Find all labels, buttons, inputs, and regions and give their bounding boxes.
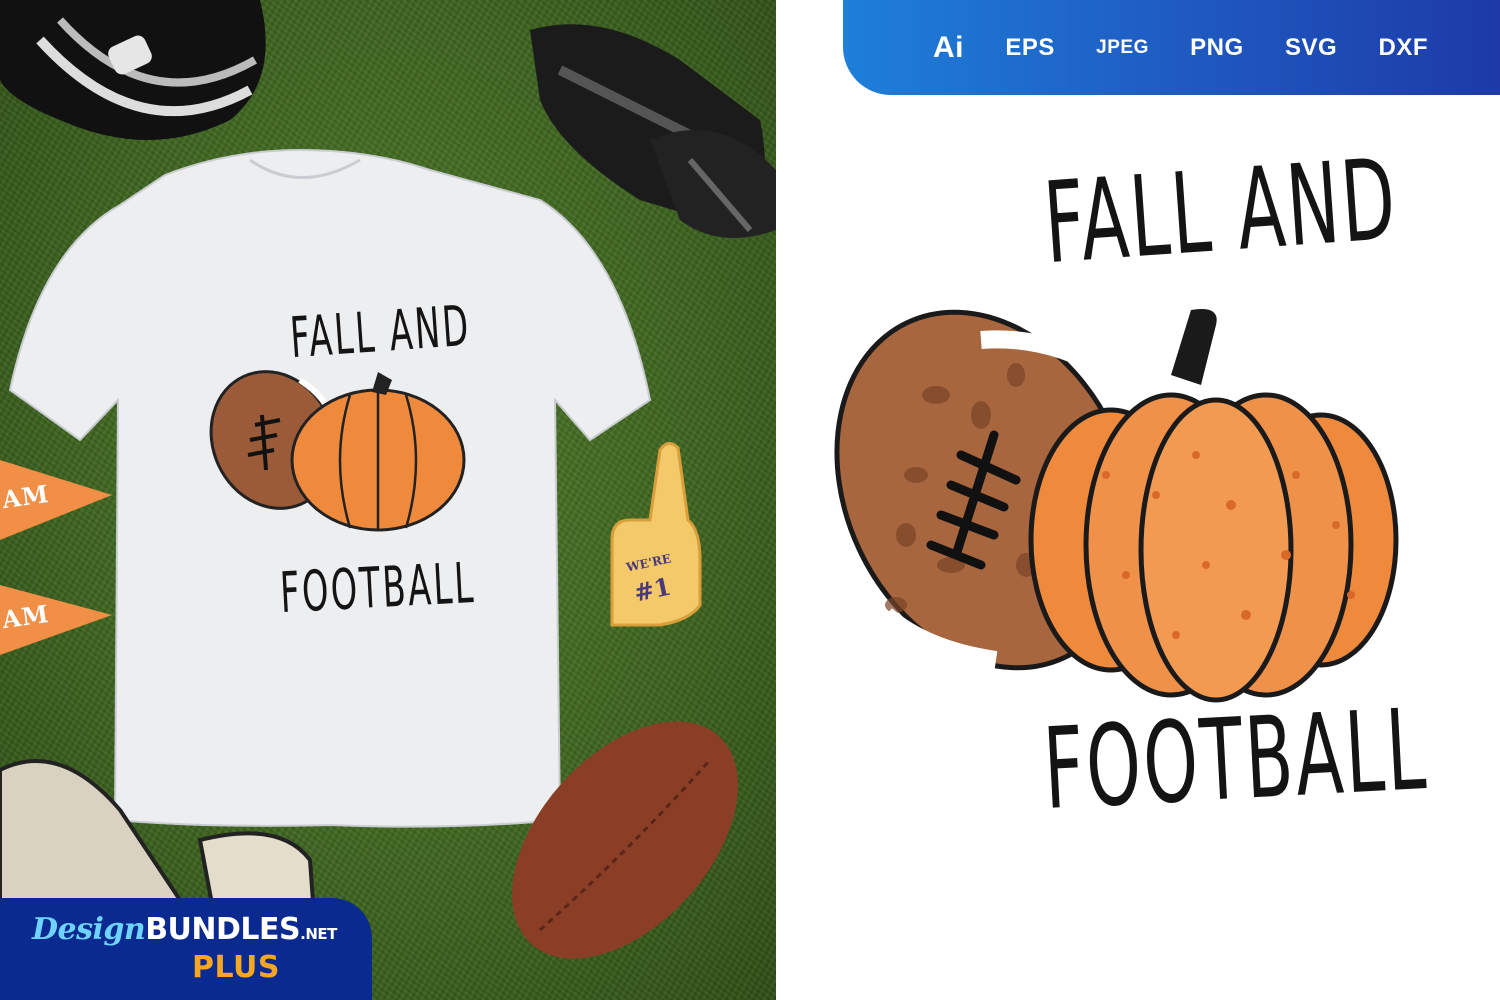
shirt-title-line1: FALL AND [288,293,473,372]
format-svg-label: SVG [1285,33,1338,61]
helmet-icon [0,0,266,140]
file-formats-bar: Ai EPS JPEG PNG SVG DXF [843,0,1500,95]
brand-name-bold: BUNDLES [145,912,301,947]
format-dxf-label: DXF [1378,33,1428,61]
brand-name-suffix: .NET [300,925,337,943]
product-mockup: FALL AND FOOTBALL WE'RE #1 AM AM [0,0,776,1000]
design-title-line2: FOOTBALL [1040,685,1431,835]
format-eps-label: EPS [1005,33,1055,61]
format-png-label: PNG [1190,33,1244,61]
brand-name-script: Design [32,912,146,947]
gloves-icon [530,24,776,238]
mockup-illustration [0,0,776,1000]
brand-logo: DesignBUNDLES.NET [32,912,337,947]
shirt-title-line2: FOOTBALL [278,550,478,627]
brand-badge: DesignBUNDLES.NET PLUS [0,898,372,1000]
format-ai-label: Ai [933,30,964,64]
brand-tier-label: PLUS [192,950,281,985]
format-jpeg-label: JPEG [1096,36,1149,58]
design-preview: FALL AND FOOTBALL [776,95,1500,1000]
design-illustration [834,309,1399,703]
